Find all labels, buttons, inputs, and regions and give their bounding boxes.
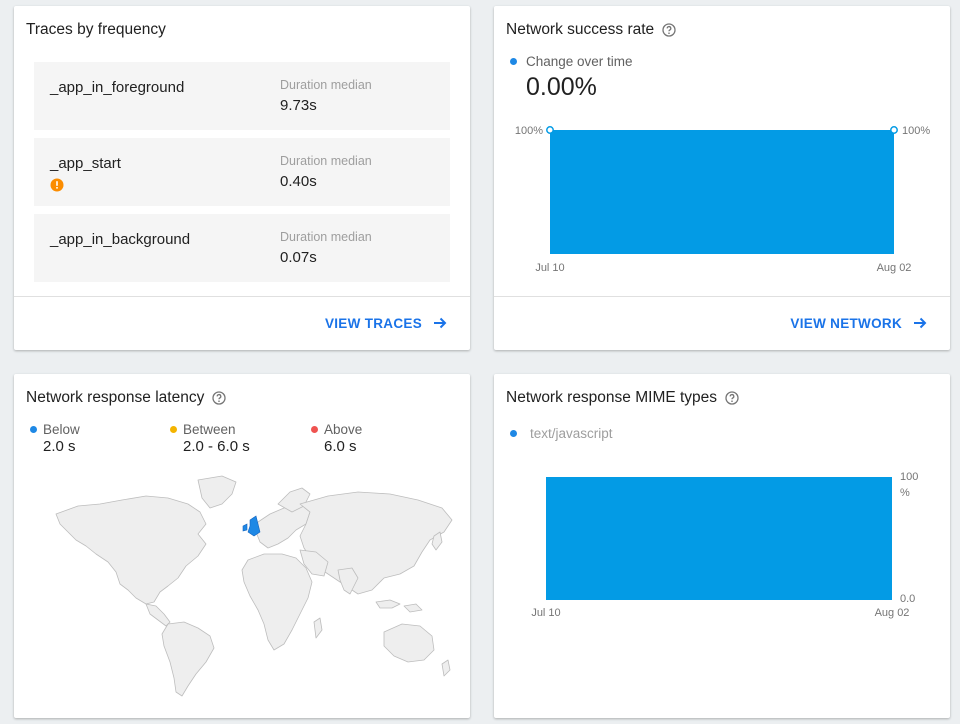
map-greenland <box>197 475 237 509</box>
network-success-card: Network success rate Change over time 0.… <box>494 6 950 350</box>
trace-metric-label: Duration median <box>280 78 372 92</box>
mime-types-chart: 100 % 0.0 Jul 10 Aug 02 <box>531 471 918 619</box>
success-x-tick-end: Aug 02 <box>877 262 912 274</box>
network-success-title: Network success rate <box>506 21 676 39</box>
arrow-right-icon <box>912 315 928 331</box>
mime-types-card: Network response MIME types text/javascr… <box>494 374 950 718</box>
warning-icon <box>50 178 64 197</box>
network-latency-card: Network response latency Below 2.0 s Bet… <box>14 374 470 718</box>
map-asia <box>299 491 453 595</box>
map-ireland-highlight <box>242 523 248 532</box>
card-divider <box>494 296 950 297</box>
traces-card: Traces by frequency _app_in_foreground D… <box>14 6 470 350</box>
trace-metric-value: 0.07s <box>280 249 317 266</box>
legend-dot <box>510 430 517 437</box>
success-legend: Change over time <box>510 54 633 69</box>
legend-dot <box>510 58 517 65</box>
card-divider <box>14 296 470 297</box>
success-area <box>550 130 894 254</box>
trace-metric-value: 9.73s <box>280 97 317 114</box>
map-australia <box>383 623 435 663</box>
latency-legend-above: Above 6.0 s <box>311 422 362 455</box>
traces-card-title: Traces by frequency <box>26 21 166 38</box>
success-point-start <box>546 126 554 134</box>
help-icon[interactable] <box>212 391 226 405</box>
mime-types-title: Network response MIME types <box>506 389 739 407</box>
success-end-value-label: 100% <box>902 125 930 137</box>
map-new-zealand <box>441 659 451 677</box>
latency-legend-between: Between 2.0 - 6.0 s <box>170 422 250 455</box>
success-point-end <box>890 126 898 134</box>
map-indonesia <box>375 599 423 613</box>
trace-name: _app_start <box>50 155 121 172</box>
legend-dot <box>311 426 318 433</box>
trace-row[interactable]: _app_start Duration median 0.40s <box>34 138 450 206</box>
trace-row[interactable]: _app_in_foreground Duration median 9.73s <box>34 62 450 130</box>
arrow-right-icon <box>432 315 448 331</box>
mime-x-tick-start: Jul 10 <box>531 607 560 619</box>
trace-metric-label: Duration median <box>280 230 372 244</box>
help-icon[interactable] <box>662 23 676 37</box>
legend-dot <box>170 426 177 433</box>
map-south-america <box>161 621 215 697</box>
trace-metric-label: Duration median <box>280 154 372 168</box>
mime-x-tick-end: Aug 02 <box>875 607 910 619</box>
mime-legend: text/javascript <box>510 426 613 441</box>
legend-dot <box>30 426 37 433</box>
view-network-button[interactable]: VIEW NETWORK <box>790 315 928 331</box>
map-africa <box>241 553 313 651</box>
map-madagascar <box>313 617 323 639</box>
network-latency-title: Network response latency <box>26 389 226 407</box>
mime-y-unit-label: % <box>900 487 910 499</box>
view-traces-button[interactable]: VIEW TRACES <box>325 315 448 331</box>
map-uk-highlight <box>247 515 261 537</box>
mime-y-min-label: 0.0 <box>900 593 915 605</box>
trace-name: _app_in_background <box>50 231 191 248</box>
map-central-america <box>145 603 171 627</box>
trace-metric-value: 0.40s <box>280 173 317 190</box>
success-rate-value: 0.00% <box>526 73 597 101</box>
success-start-value-label: 100% <box>515 125 543 137</box>
success-rate-chart: 100% 100% Jul 10 Aug 02 <box>515 125 930 274</box>
trace-name: _app_in_foreground <box>50 79 185 96</box>
world-map <box>55 475 453 697</box>
mime-y-max-label: 100 <box>900 471 918 483</box>
help-icon[interactable] <box>725 391 739 405</box>
trace-row[interactable]: _app_in_background Duration median 0.07s <box>34 214 450 282</box>
map-north-america <box>55 495 207 605</box>
success-x-tick-start: Jul 10 <box>535 262 564 274</box>
latency-legend-below: Below 2.0 s <box>30 422 80 455</box>
mime-bar-text-javascript <box>546 477 892 600</box>
